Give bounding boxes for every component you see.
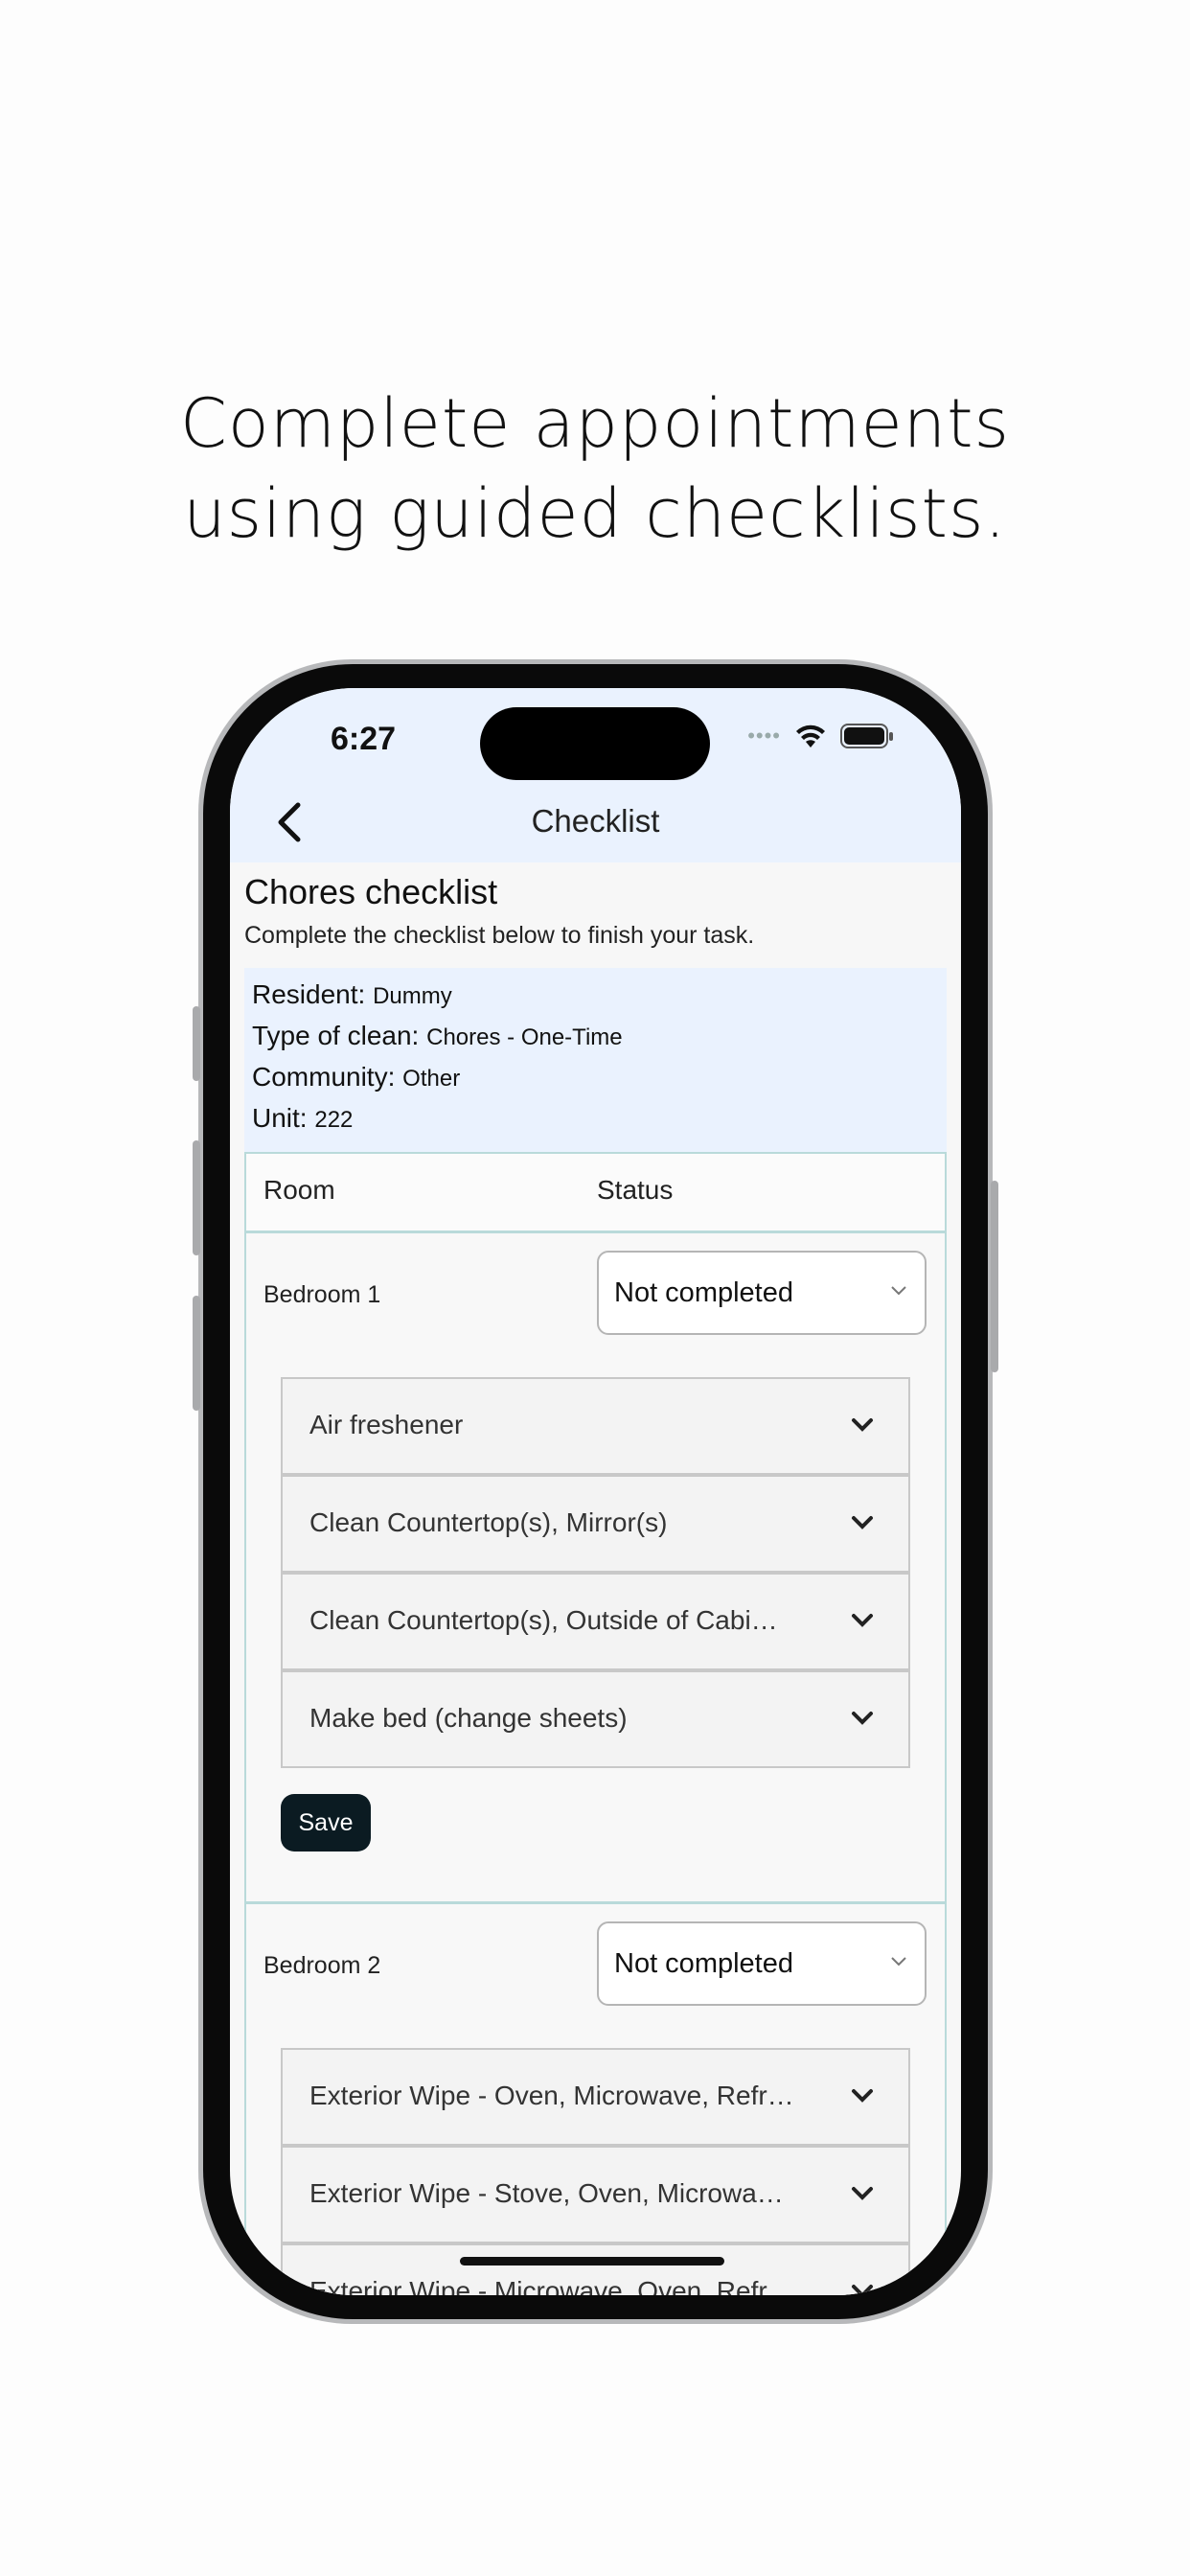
page-subtitle: Complete the checklist below to finish y… (244, 922, 755, 949)
top-bar: 6:27 •••• Checklist (230, 688, 961, 862)
checklist-item[interactable]: Make bed (change sheets) (281, 1670, 910, 1768)
status-icons: •••• (747, 723, 894, 749)
home-indicator[interactable] (460, 2257, 724, 2266)
clean-type-label: Type of clean: (252, 1021, 420, 1050)
checklist-item[interactable]: Clean Countertop(s), Outside of Cabi… (281, 1573, 910, 1670)
wifi-icon (796, 724, 825, 748)
chevron-down-icon (852, 2089, 873, 2103)
checklist-item[interactable]: Exterior Wipe - Stove, Oven, Microwa… (281, 2146, 910, 2243)
nav-title: Checklist (531, 803, 660, 839)
page-title: Chores checklist (244, 872, 498, 911)
checklist-item-label: Exterior Wipe - Oven, Microwave, Refr… (309, 2081, 794, 2110)
status-select-value: Not completed (614, 1277, 793, 1308)
room-divider (246, 1901, 945, 1904)
table-header: Room Status (246, 1154, 945, 1233)
unit-row: Unit: 222 (252, 1103, 353, 1134)
clean-type-row: Type of clean: Chores - One-Time (252, 1021, 623, 1051)
community-row: Community: Other (252, 1062, 460, 1092)
status-select[interactable]: Not completed (597, 1921, 927, 2006)
power-button (991, 1181, 998, 1372)
room-name: Bedroom 1 (263, 1281, 381, 1308)
chevron-down-icon (852, 1418, 873, 1432)
headline-line-1: Complete appointments (180, 384, 1010, 463)
chevron-down-icon (891, 1957, 906, 1966)
signal-dots-icon: •••• (747, 724, 781, 748)
status-time: 6:27 (331, 721, 397, 757)
appointment-info: Resident: Dummy Type of clean: Chores - … (244, 968, 947, 1152)
clean-type-value: Chores - One-Time (426, 1024, 623, 1050)
save-button[interactable]: Save (281, 1794, 371, 1852)
community-label: Community: (252, 1062, 396, 1092)
chevron-down-icon (852, 1614, 873, 1627)
volume-up-button (193, 1140, 200, 1255)
checklist-item-label: Exterior Wipe - Stove, Oven, Microwa… (309, 2178, 784, 2208)
room-name: Bedroom 2 (263, 1952, 381, 1979)
action-button (193, 1006, 200, 1081)
dynamic-island (480, 707, 710, 780)
status-column-header: Status (597, 1175, 674, 1205)
checklist-item-label: Air freshener (309, 1410, 464, 1439)
volume-down-button (193, 1296, 200, 1411)
checklist-item-label: Exterior Wipe - Microwave, Oven, Refr… (309, 2276, 794, 2295)
checklist-item[interactable]: Exterior Wipe - Microwave, Oven, Refr… (281, 2243, 910, 2295)
unit-value: 222 (314, 1107, 354, 1133)
headline: Complete appointments using guided check… (0, 379, 1190, 559)
resident-label: Resident: (252, 979, 366, 1009)
chevron-down-icon (852, 1712, 873, 1725)
resident-row: Resident: Dummy (252, 979, 452, 1010)
headline-line-2: using guided checklists. (183, 474, 1007, 553)
checklist-item-label: Make bed (change sheets) (309, 1703, 628, 1733)
checklist-item[interactable]: Exterior Wipe - Oven, Microwave, Refr… (281, 2048, 910, 2146)
unit-label: Unit: (252, 1103, 308, 1133)
chevron-down-icon (852, 2187, 873, 2200)
status-select-value: Not completed (614, 1948, 793, 1979)
checklist-item[interactable]: Clean Countertop(s), Mirror(s) (281, 1475, 910, 1573)
rooms-table: Room Status Bedroom 1 Not completed Air … (244, 1152, 947, 2295)
checklist-item-label: Clean Countertop(s), Mirror(s) (309, 1507, 668, 1537)
checklist-item-label: Clean Countertop(s), Outside of Cabi… (309, 1605, 778, 1635)
community-value: Other (402, 1066, 461, 1092)
chevron-down-icon (891, 1286, 906, 1296)
checklist-item[interactable]: Air freshener (281, 1377, 910, 1475)
status-select[interactable]: Not completed (597, 1251, 927, 1335)
chevron-down-icon (852, 1516, 873, 1530)
battery-icon (840, 724, 893, 748)
phone-screen: 6:27 •••• Checklist Chores checklist Com… (230, 688, 961, 2295)
room-column-header: Room (263, 1175, 335, 1205)
chevron-down-icon (852, 2285, 873, 2295)
resident-value: Dummy (373, 983, 452, 1009)
